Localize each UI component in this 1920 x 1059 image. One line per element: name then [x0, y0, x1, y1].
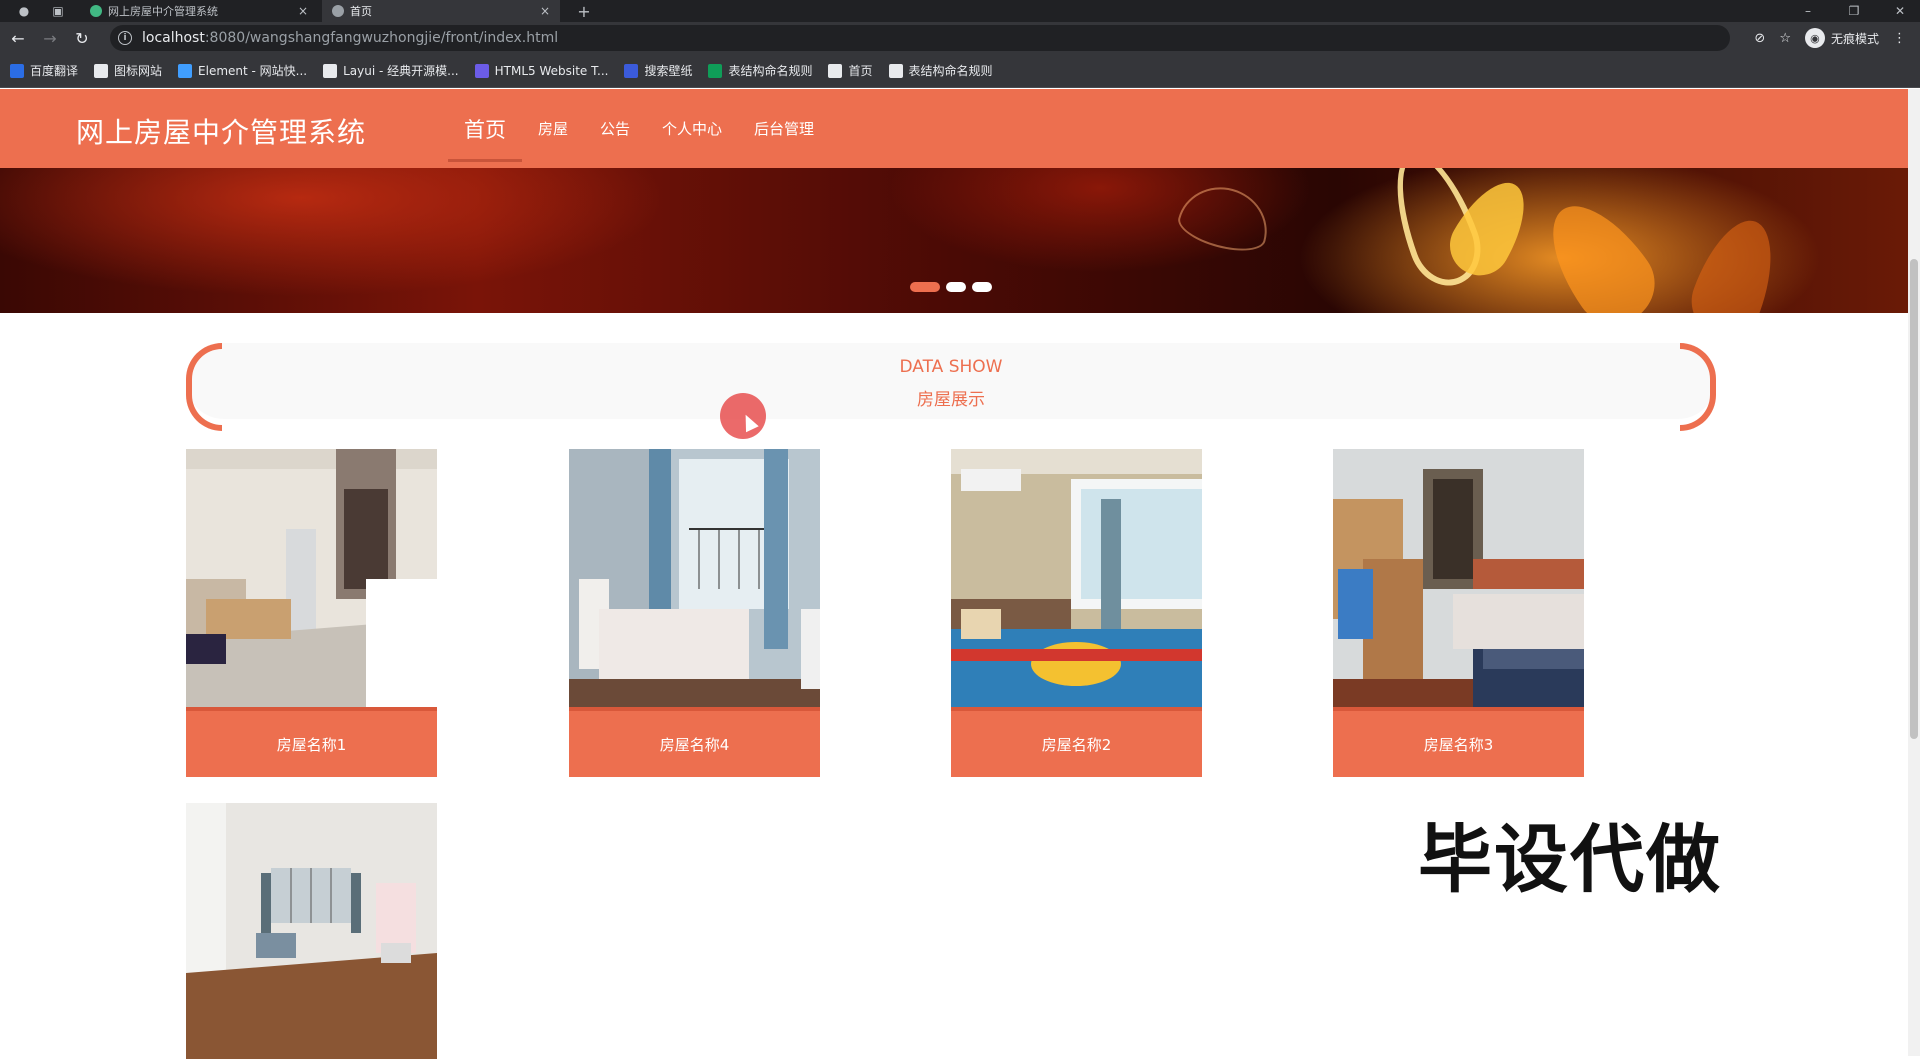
bookmark-item[interactable]: 搜索壁纸 [624, 62, 692, 79]
menu-icon[interactable]: ⋮ [1893, 31, 1906, 46]
site-title: 网上房屋中介管理系统 [76, 116, 367, 149]
hero-banner[interactable] [0, 168, 1908, 313]
section-title-en: DATA SHOW [899, 357, 1003, 377]
bookmark-item[interactable]: 表结构命名规则 [888, 62, 993, 79]
html5-icon [474, 63, 489, 78]
sheet-icon [708, 63, 723, 78]
bookmark-label: 百度翻译 [30, 64, 79, 78]
site-info-icon[interactable]: i [118, 31, 132, 45]
bookmark-label: HTML5 Website T... [494, 63, 609, 78]
minimize-icon[interactable]: – [1788, 0, 1828, 22]
carousel-dot-3[interactable] [972, 282, 992, 292]
translate-icon [10, 63, 24, 78]
url-host: localhost [142, 30, 205, 46]
house-card[interactable]: 房屋名称1 [186, 449, 437, 777]
tab-home[interactable]: 首页 × [322, 0, 560, 22]
address-bar[interactable]: i localhost:8080/wangshangfangwuzhongjie… [110, 25, 1730, 51]
tab-title: 首页 [350, 5, 372, 18]
house-photo[interactable] [186, 449, 437, 707]
incognito-icon: ◉ [1804, 28, 1825, 48]
house-name[interactable]: 房屋名称2 [951, 707, 1202, 777]
carousel-dot-1[interactable] [910, 282, 940, 292]
vue-icon [90, 5, 102, 17]
house-card[interactable]: 房屋名称3 [1333, 449, 1584, 777]
flame-decoration [1529, 186, 1671, 313]
flag-icon [94, 63, 109, 78]
nav-item[interactable]: 首页 [448, 89, 522, 168]
close-tab-icon[interactable]: × [298, 4, 308, 18]
bookmark-label: 搜索壁纸 [644, 64, 693, 78]
forward-icon[interactable]: → [34, 22, 66, 54]
chrome-logo-icon: ● [18, 4, 30, 18]
main-nav: 首页 房屋 公告 个人中心 后台管理 [448, 89, 830, 168]
flame-decoration [1173, 177, 1277, 259]
tab-search-icon[interactable]: ▣ [44, 0, 72, 22]
carousel-dot-2[interactable] [946, 282, 966, 292]
globe-icon [332, 5, 344, 17]
house-photo[interactable] [569, 449, 820, 707]
house-card[interactable] [186, 803, 437, 1059]
restore-icon[interactable]: ❐ [1834, 0, 1874, 22]
back-icon[interactable]: ← [2, 22, 34, 54]
tab-admin-system[interactable]: 网上房屋中介管理系统 × [80, 0, 318, 22]
house-name[interactable]: 房屋名称1 [186, 707, 437, 777]
house-photo[interactable] [186, 803, 437, 1059]
section-title-cn: 房屋展示 [917, 390, 985, 410]
browser-toolbar: ← → ↻ i localhost:8080/wangshangfangwuzh… [0, 22, 1920, 54]
nav-item[interactable]: 个人中心 [646, 89, 738, 168]
toolbar-right: ⊘ ☆ ◉ 无痕模式 ⋮ [1754, 22, 1920, 54]
layui-icon [323, 63, 338, 78]
bookmark-item[interactable]: Element - 网站快... [178, 62, 307, 79]
carousel-indicators [910, 282, 992, 292]
nav-item[interactable]: 公告 [584, 89, 646, 168]
browser-tab-bar: ● ▣ 网上房屋中介管理系统 × 首页 × + – ❐ ✕ [0, 0, 1920, 22]
new-tab-button[interactable]: + [564, 0, 604, 22]
reload-icon[interactable]: ↻ [66, 22, 98, 54]
flame-decoration [1681, 209, 1789, 313]
scrollbar-thumb[interactable] [1910, 259, 1918, 739]
house-photo[interactable] [951, 449, 1202, 707]
bookmark-label: 图标网站 [114, 64, 163, 78]
globe-icon [888, 63, 903, 78]
element-icon [178, 63, 193, 78]
wallpaper-icon [624, 63, 639, 78]
incognito-profile[interactable]: ◉ 无痕模式 [1804, 28, 1879, 48]
bookmark-label: Element - 网站快... [198, 64, 308, 78]
bookmark-label: 首页 [848, 64, 873, 78]
nav-item[interactable]: 房屋 [522, 89, 584, 168]
bookmark-item[interactable]: 图标网站 [94, 62, 162, 79]
bookmark-label: 表结构命名规则 [908, 64, 993, 78]
bookmarks-bar: 百度翻译 图标网站 Element - 网站快... Layui - 经典开源模...… [0, 54, 1920, 88]
bookmark-item[interactable]: Layui - 经典开源模... [323, 62, 459, 79]
page-scrollbar[interactable] [1908, 89, 1920, 1056]
close-window-icon[interactable]: ✕ [1880, 0, 1920, 22]
bookmark-item[interactable]: 首页 [828, 62, 873, 79]
house-name[interactable]: 房屋名称3 [1333, 707, 1584, 777]
site-header: 网上房屋中介管理系统 首页 房屋 公告 个人中心 后台管理 [0, 89, 1908, 168]
bookmark-item[interactable]: HTML5 Website T... [474, 63, 609, 78]
bookmark-item[interactable]: 百度翻译 [10, 62, 78, 79]
house-name[interactable]: 房屋名称4 [569, 707, 820, 777]
house-card[interactable]: 房屋名称2 [951, 449, 1202, 777]
bookmark-label: Layui - 经典开源模... [343, 64, 459, 78]
bookmark-star-icon[interactable]: ☆ [1779, 31, 1791, 46]
nav-item[interactable]: 后台管理 [738, 89, 830, 168]
bookmark-item[interactable]: 表结构命名规则 [708, 62, 812, 79]
close-tab-icon[interactable]: × [540, 4, 550, 18]
tab-title: 网上房屋中介管理系统 [108, 5, 218, 18]
section-header: DATA SHOW 房屋展示 [186, 343, 1716, 431]
url-path: :8080/wangshangfangwuzhongjie/front/inde… [204, 30, 559, 46]
bookmark-label: 表结构命名规则 [728, 64, 813, 78]
watermark-text: 毕设代做 [1418, 817, 1722, 903]
house-card[interactable]: 房屋名称4 [569, 449, 820, 777]
profile-label: 无痕模式 [1830, 31, 1879, 46]
globe-icon [828, 63, 843, 78]
eye-off-icon[interactable]: ⊘ [1754, 31, 1765, 46]
house-photo[interactable] [1333, 449, 1584, 707]
